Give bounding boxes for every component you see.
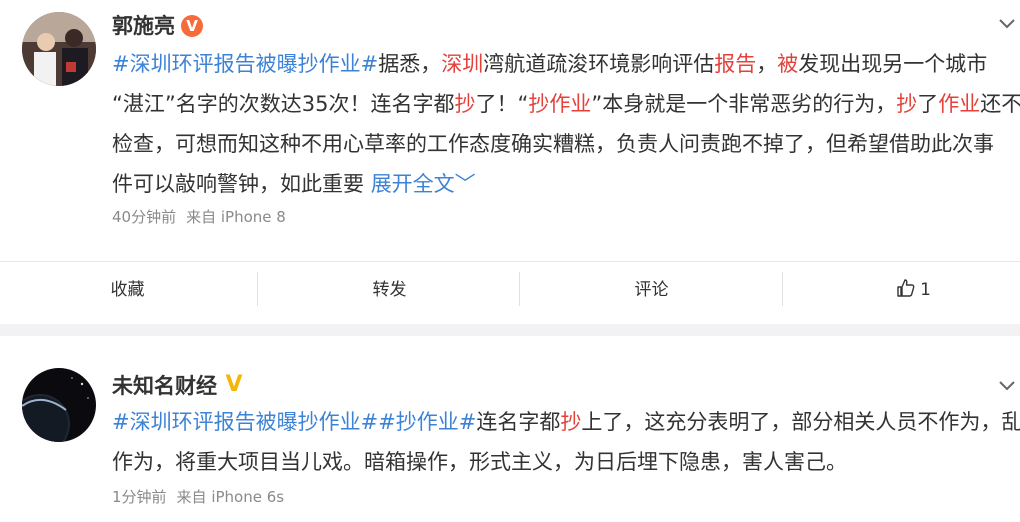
hashtag-link[interactable]: #深圳环评报告被曝抄作业# [112, 52, 378, 76]
repost-button[interactable]: 转发 [262, 262, 517, 324]
text-segment: 连名字都 [476, 410, 561, 434]
post-card-2: 未知名财经 V #深圳环评报告被曝抄作业##抄作业#连名字都抄上了，这充分表明了，… [0, 336, 1020, 522]
post-time[interactable]: 40分钟前 [112, 208, 176, 226]
keyword-highlight[interactable]: 抄 [560, 410, 581, 434]
post-source: 来自 iPhone 8 [186, 208, 286, 226]
text-segment: 上了，这充分表明了，部分相关人员不作为，乱 [581, 410, 1020, 434]
keyword-highlight[interactable]: 深圳 [441, 52, 483, 76]
expand-full-text-link[interactable]: 展开全文﹀ [371, 172, 476, 196]
chevron-down-icon[interactable] [998, 376, 1016, 397]
like-button[interactable]: 1 [786, 262, 1020, 324]
text-line: 作为，将重大项目当儿戏。暗箱操作，形式主义，为日后埋下隐患，害人害己。 [112, 442, 1020, 482]
author-name[interactable]: 郭施亮 V [112, 10, 203, 40]
divider [782, 272, 783, 306]
keyword-highlight[interactable]: 报告 [714, 52, 756, 76]
text-segment: 据悉， [378, 52, 442, 76]
text-segment: 作为，将重大项目当儿戏。暗箱操作，形式主义，为日后埋下隐患，害人害己。 [112, 450, 847, 474]
text-segment: 还不 [980, 92, 1020, 116]
thumbs-up-icon [896, 265, 916, 321]
text-segment: 发现出现另一个城市 [798, 52, 988, 76]
post-time[interactable]: 1分钟前 [112, 488, 167, 506]
author-name[interactable]: 未知名财经 V [112, 370, 245, 400]
text-line: #深圳环评报告被曝抄作业#据悉，深圳湾航道疏浚环境影响评估报告，被发现出现另一个… [112, 44, 1020, 84]
divider [519, 272, 520, 306]
text-segment: 湾航道疏浚环境影响评估 [483, 52, 715, 76]
text-segment: ， [756, 52, 778, 76]
card-separator [0, 324, 1020, 336]
keyword-highlight[interactable]: 抄作业 [528, 92, 591, 116]
text-line: 件可以敲响警钟，如此重要 展开全文﹀ [112, 164, 1020, 204]
text-line: 检查，可想而知这种不用心草率的工作态度确实糟糕，负责人问责跑不掉了，但希望借助此… [112, 124, 1020, 164]
text-segment: 了！“ [475, 92, 529, 116]
text-line: “湛江”名字的次数达35次！连名字都抄了！“抄作业”本身就是一个非常恶劣的行为，… [112, 84, 1020, 124]
comment-button[interactable]: 评论 [524, 262, 779, 324]
like-count: 1 [920, 280, 931, 300]
post-text: #深圳环评报告被曝抄作业##抄作业#连名字都抄上了，这充分表明了，部分相关人员不… [112, 402, 1020, 482]
text-segment: “湛江”名字的次数达35次！连名字都 [112, 92, 455, 116]
avatar[interactable] [22, 12, 96, 86]
favorite-button[interactable]: 收藏 [0, 262, 255, 324]
post-text: #深圳环评报告被曝抄作业#据悉，深圳湾航道疏浚环境影响评估报告，被发现出现另一个… [112, 44, 1020, 204]
keyword-highlight[interactable]: 抄 [896, 92, 917, 116]
hashtag-link[interactable]: #深圳环评报告被曝抄作业# [112, 410, 378, 434]
verified-badge-icon: V [225, 372, 243, 397]
text-segment: ”本身就是一个非常恶劣的行为， [591, 92, 897, 116]
post-meta: 1分钟前 来自 iPhone 6s [112, 486, 284, 507]
post-card-1: 郭施亮 V #深圳环评报告被曝抄作业#据悉，深圳湾航道疏浚环境影响评估报告，被发现… [0, 0, 1020, 262]
text-segment: 检查，可想而知这种不用心草率的工作态度确实糟糕，负责人问责跑不掉了，但希望借助此… [112, 132, 994, 156]
chevron-down-icon[interactable] [998, 14, 1016, 35]
hashtag-link[interactable]: #抄作业# [378, 410, 476, 434]
action-bar: 收藏 转发 评论 1 [0, 261, 1020, 325]
keyword-highlight[interactable]: 被 [777, 52, 798, 76]
post-source: 来自 iPhone 6s [176, 488, 285, 506]
verified-badge-icon: V [181, 15, 203, 37]
keyword-highlight[interactable]: 作业 [938, 92, 980, 116]
text-line: #深圳环评报告被曝抄作业##抄作业#连名字都抄上了，这充分表明了，部分相关人员不… [112, 402, 1020, 442]
post-meta: 40分钟前 来自 iPhone 8 [112, 206, 286, 227]
divider [257, 272, 258, 306]
text-segment: 了 [917, 92, 939, 116]
text-segment: 件可以敲响警钟，如此重要 [112, 172, 371, 196]
keyword-highlight[interactable]: 抄 [454, 92, 475, 116]
avatar[interactable] [22, 368, 96, 442]
